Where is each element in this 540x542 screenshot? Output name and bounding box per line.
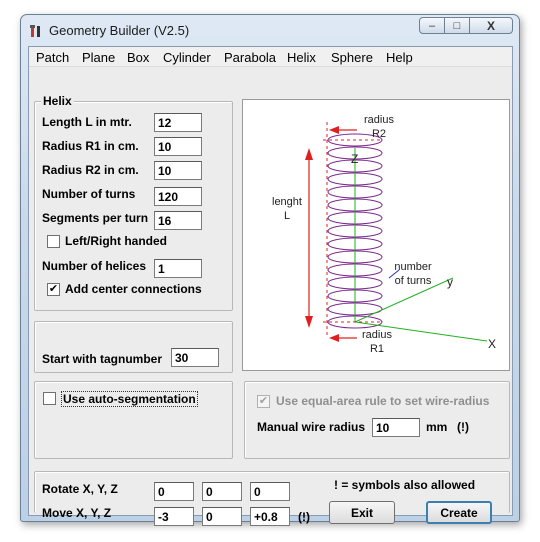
segments-label: Segments per turn (42, 211, 149, 225)
wire-hint: (!) (457, 420, 469, 434)
helix-group: Helix Length L in mtr. 12 Radius R1 in c… (34, 94, 233, 311)
client-area: Patch Plane Box Cylinder Parabola Helix … (28, 46, 513, 526)
move-x-input[interactable]: -3 (154, 507, 194, 526)
wire-unit: mm (426, 420, 448, 434)
rotate-z-input[interactable]: 0 (250, 482, 290, 501)
length-label: Length L in mtr. (42, 115, 132, 129)
window-controls: – □ X (419, 17, 513, 34)
create-button[interactable]: Create (426, 501, 492, 524)
window-title: Geometry Builder (V2.5) (49, 23, 190, 38)
axis-x-label: X (488, 337, 497, 351)
r1-label: Radius R1 in cm. (42, 139, 139, 153)
menu-parabola[interactable]: Parabola (224, 50, 276, 65)
menu-helix[interactable]: Helix (287, 50, 316, 65)
segments-input[interactable]: 16 (154, 211, 202, 230)
menu-plane[interactable]: Plane (82, 50, 115, 65)
center-checkbox[interactable]: ✔ (47, 283, 60, 296)
move-label: Move X, Y, Z (42, 506, 112, 520)
move-y-input[interactable]: 0 (202, 507, 242, 526)
helices-label: Number of helices (42, 259, 147, 273)
helix-diagram: radius R2 lenght L number of turns radius R1… (242, 99, 510, 371)
symbols-note: ! = symbols also allowed (334, 478, 476, 492)
handed-label: Left/Right handed (65, 234, 167, 248)
autoseg-group: Use auto-segmentation (34, 381, 233, 459)
turns-diagram-label: number of turns (394, 261, 432, 287)
title-bar[interactable]: Geometry Builder (V2.5) – □ X (21, 15, 519, 45)
app-window: Geometry Builder (V2.5) – □ X Patch Plan… (20, 14, 520, 526)
rotate-label: Rotate X, Y, Z (42, 482, 118, 496)
turns-label: Number of turns (42, 187, 136, 201)
r2-label: Radius R2 in cm. (42, 163, 139, 177)
length-input[interactable]: 12 (154, 113, 202, 132)
length-diagram-label: lenght L (272, 196, 302, 222)
length-arrow-head (305, 148, 313, 160)
autoseg-label: Use auto-segmentation (61, 391, 198, 407)
menu-cylinder[interactable]: Cylinder (163, 50, 211, 65)
r1-input[interactable]: 10 (154, 137, 202, 156)
tag-group: Start with tagnumber 30 (34, 321, 233, 373)
menu-sphere[interactable]: Sphere (331, 50, 373, 65)
close-button[interactable]: X (469, 17, 513, 34)
r2-input[interactable]: 10 (154, 161, 202, 180)
equal-area-label: Use equal-area rule to set wire-radius (276, 394, 490, 408)
length-arrow-head-bottom (305, 316, 313, 328)
equal-area-checkbox[interactable]: ✔ (257, 395, 270, 408)
handed-checkbox[interactable] (47, 235, 60, 248)
tag-label: Start with tagnumber (42, 352, 163, 366)
tools-icon (30, 25, 40, 37)
menu-patch[interactable]: Patch (36, 50, 69, 65)
radius1-label: radius R1 (362, 329, 392, 355)
exit-button[interactable]: Exit (329, 501, 395, 524)
autoseg-checkbox[interactable] (43, 392, 56, 405)
menu-box[interactable]: Box (127, 50, 149, 65)
move-z-input[interactable]: +0.8 (250, 507, 290, 526)
wire-group: ✔ Use equal-area rule to set wire-radius… (244, 381, 510, 459)
axis-y-label: y (447, 275, 453, 289)
rotate-y-input[interactable]: 0 (202, 482, 242, 501)
manual-wire-label: Manual wire radius (257, 420, 366, 434)
transform-group: Rotate X, Y, Z 0 0 0 ! = symbols also al… (34, 471, 510, 526)
rotate-x-input[interactable]: 0 (154, 482, 194, 501)
maximize-button[interactable]: □ (444, 17, 470, 34)
menu-help[interactable]: Help (386, 50, 413, 65)
center-label: Add center connections (65, 282, 202, 296)
turns-input[interactable]: 120 (154, 187, 202, 206)
manual-wire-input[interactable]: 10 (372, 418, 420, 437)
r2-arrow-head (329, 126, 339, 134)
helices-input[interactable]: 1 (154, 259, 202, 278)
helix-group-label: Helix (41, 94, 74, 108)
r1-arrow-head (329, 334, 339, 342)
menu-bar: Patch Plane Box Cylinder Parabola Helix … (29, 47, 512, 67)
radius2-label: radius R2 (364, 114, 394, 140)
axis-z-label: Z (351, 152, 359, 166)
tag-input[interactable]: 30 (171, 348, 219, 367)
move-hint: (!) (298, 510, 310, 524)
minimize-button[interactable]: – (419, 17, 445, 34)
